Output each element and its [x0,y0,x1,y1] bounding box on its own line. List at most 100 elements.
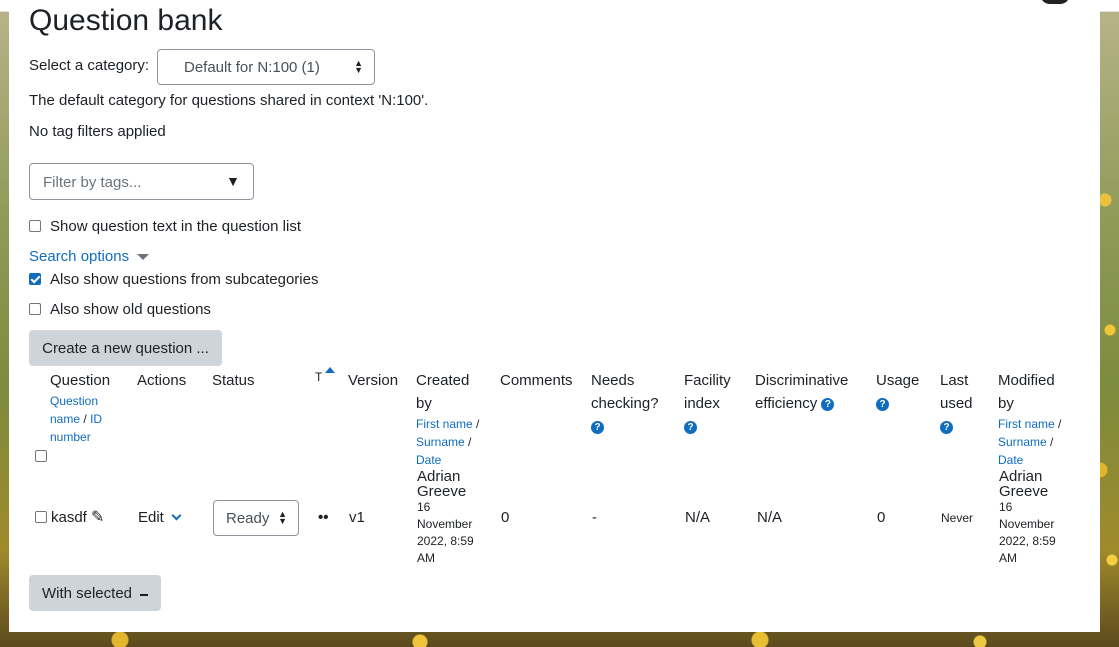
col-status: Status [212,372,255,389]
sort-modified-firstname[interactable]: First name [998,417,1055,431]
category-select[interactable]: Default for N:100 (1) ▲ ▼ [157,49,375,85]
col-disc-label-b: efficiency [755,395,818,412]
col-last-label-b: used [940,395,973,412]
tag-filter-placeholder: Filter by tags... [43,174,142,191]
sort-asc-icon [325,367,336,373]
discriminative-value: N/A [757,509,783,526]
category-select-value: Default for N:100 (1) [184,59,320,76]
created-date-year: 2022, 8:59 [417,534,474,548]
col-last-used: Last used ? [940,369,973,438]
sep: / [1058,417,1062,431]
sort-created-date[interactable]: Date [416,453,441,467]
search-options-label: Search options [29,248,130,265]
col-question: Question Question name / ID number [50,369,110,446]
col-needs-checking: Needs checking? ? [591,369,659,438]
category-note: The default category for questions share… [29,92,429,109]
sort-created-surname[interactable]: Surname [416,435,465,449]
col-comments: Comments [500,372,573,389]
subcategories-label: Also show questions from subcategories [50,271,319,288]
status-select[interactable]: Ready ▲ ▼ [213,500,299,536]
modified-date-day: 16 [999,500,1013,514]
show-text-checkbox[interactable] [29,220,41,232]
select-arrows-icon: ▲ ▼ [278,509,287,526]
col-last-label-a: Last [940,372,969,389]
search-options-toggle[interactable]: Search options [29,248,150,265]
with-selected-label: With selected [41,584,133,602]
col-facility-label-b: index [684,395,720,412]
help-icon[interactable]: ? [876,397,889,411]
modified-date-year: 2022, 8:59 [999,534,1056,548]
col-modified-by: Modified by First name / Surname / Date [998,369,1061,469]
help-icon[interactable]: ? [821,397,835,411]
tag-filter-input[interactable]: Filter by tags... ▼ [29,163,254,200]
sort-modified-date[interactable]: Date [998,453,1023,467]
question-name: kasdf [51,509,87,526]
col-version: Version [348,372,399,389]
modified-surname: Greeve [999,483,1049,500]
old-questions-label: Also show old questions [50,301,211,318]
needs-checking-value: - [592,509,597,526]
edit-label: Edit [138,509,164,526]
col-modified-label-b: by [998,395,1014,412]
col-disc-label-a: Discriminative [755,372,849,389]
old-questions-checkbox[interactable] [29,303,41,315]
with-selected-button[interactable]: With selected [29,575,161,611]
usage-link[interactable]: 0 [877,509,885,526]
created-firstname: Adrian [417,468,461,485]
sort-sep: / [83,412,87,426]
comments-link[interactable]: 0 [501,509,509,526]
col-discriminative: Discriminative efficiency ? [755,369,848,415]
created-surname: Greeve [417,483,467,500]
col-question-label: Question [50,372,111,389]
help-icon[interactable]: ? [684,420,697,434]
page-title: Question bank [29,4,223,37]
pencil-icon[interactable]: ✎ [91,507,104,527]
select-all-checkbox[interactable] [35,450,47,462]
col-actions: Actions [137,372,187,389]
col-modified-label: Modified [998,372,1055,389]
col-facility-label-a: Facility [684,372,731,389]
version-value: v1 [349,509,365,526]
last-used-value: Never [941,511,974,525]
select-arrows-icon: ▲ ▼ [354,58,363,75]
facility-index-value: N/A [685,509,711,526]
sort-type-link[interactable]: T [315,366,336,389]
show-text-label: Show question text in the question list [50,218,301,235]
subcategories-checkbox[interactable] [29,273,41,285]
created-by-cell: Adrian Greeve 16 November 2022, 8:59 AM [417,469,474,567]
edit-menu-button[interactable]: Edit [138,509,182,526]
modified-date-month: November [999,517,1055,531]
collapse-icon [140,594,149,596]
dropdown-triangle-icon: ▼ [226,173,240,189]
status-value: Ready [226,510,270,527]
category-label: Select a category: [29,57,150,74]
sep: / [468,435,472,449]
col-facility-index: Facility index ? [684,369,731,438]
created-date-day: 16 [417,500,431,514]
modified-by-cell: Adrian Greeve 16 November 2022, 8:59 AM [999,469,1056,567]
modified-firstname: Adrian [999,468,1043,485]
col-needs-label-a: Needs [591,372,635,389]
created-date-ampm: AM [417,551,435,565]
help-icon[interactable]: ? [940,420,953,434]
tag-filter-note: No tag filters applied [29,123,166,140]
sep: / [476,417,480,431]
sep: / [1050,435,1054,449]
col-created-label: Created [416,372,470,389]
sort-created-firstname[interactable]: First name [416,417,473,431]
help-icon[interactable]: ? [591,420,604,434]
row-select-checkbox[interactable] [35,511,47,523]
chevron-down-icon [171,510,182,521]
col-needs-label-b: checking? [591,395,659,412]
caret-down-icon [137,254,150,261]
col-type-label: T [315,370,323,384]
col-usage-label: Usage [876,372,920,389]
created-date-month: November [417,517,473,531]
col-usage: Usage ? [876,369,919,415]
col-created-label-b: by [416,395,432,412]
col-created-by: Created by First name / Surname / Date [416,369,479,469]
question-type-icon: •• [318,509,329,526]
create-question-button[interactable]: Create a new question ... [29,330,222,366]
sort-modified-surname[interactable]: Surname [998,435,1047,449]
modified-date-ampm: AM [999,551,1017,565]
